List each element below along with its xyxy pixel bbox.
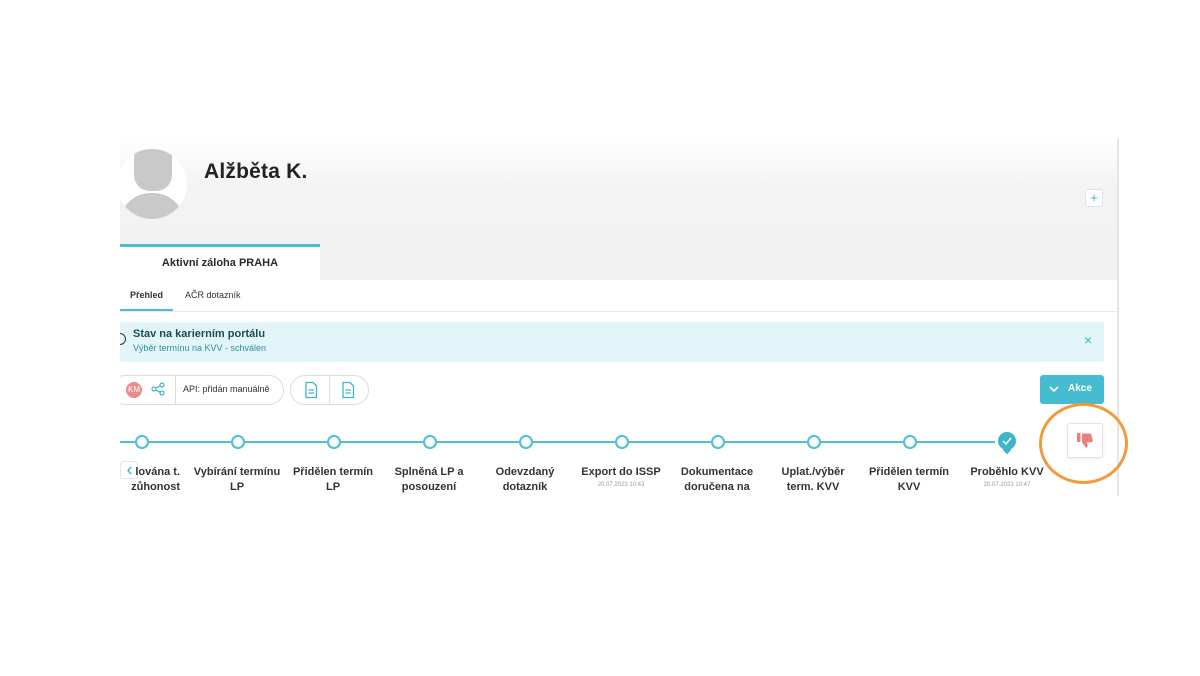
avatar	[120, 149, 187, 219]
timeline-node[interactable]	[903, 435, 917, 449]
notice-title: Stav na karierním portálu	[133, 328, 266, 340]
step-title: Splněná LP a	[394, 466, 464, 478]
timeline-node[interactable]	[519, 435, 533, 449]
notice-status-icon	[120, 333, 126, 345]
notice-subtitle: Výběr termínu na KVV - schválen	[133, 343, 267, 353]
step-title: Přidělen termín	[868, 466, 950, 478]
close-icon[interactable]: ×	[1084, 332, 1092, 348]
actions-label: Akce	[1068, 383, 1092, 394]
check-icon	[1002, 437, 1012, 445]
status-notice: Stav na karierním portálu Výběr termínu …	[120, 322, 1104, 362]
timeline-step: Uplat./výběr term. KVV	[768, 465, 858, 495]
step-title-line2: doručena na	[684, 481, 750, 493]
source-chip: KM API: přidán manuálně	[120, 375, 284, 405]
user-initials-badge[interactable]: KM	[126, 382, 142, 398]
document-icon[interactable]	[302, 381, 320, 399]
timeline-step: lována t. zůhonost	[120, 465, 180, 495]
actions-button[interactable]: Akce	[1040, 375, 1104, 404]
share-icon[interactable]	[151, 382, 165, 396]
add-button[interactable]: +	[1085, 189, 1103, 207]
highlight-annotation	[1039, 403, 1128, 484]
person-name: Alžběta K.	[204, 160, 308, 183]
timeline-step: Přidělen termín LP	[288, 465, 378, 495]
subtab-bar: Přehled AČR dotazník	[120, 280, 1117, 312]
timeline-track	[120, 441, 995, 443]
timeline-node[interactable]	[327, 435, 341, 449]
subtab-prehled[interactable]: Přehled	[120, 280, 174, 311]
tab-aktivni-zaloha[interactable]: Aktivní záloha PRAHA	[120, 244, 320, 280]
timeline-step: Splněná LP a posouzení	[384, 465, 474, 495]
step-title-line2: dotazník	[502, 481, 548, 493]
timeline-node[interactable]	[231, 435, 245, 449]
timeline-step: Proběhlo KVV 20.07.2023 10:47	[962, 465, 1052, 490]
step-title: Odevzdaný	[495, 466, 555, 478]
step-timestamp: 20.07.2023 10:43	[597, 482, 645, 488]
step-title: Vybírání termínu	[193, 466, 281, 478]
avatar-head	[134, 149, 172, 191]
api-source-label: API: přidán manuálně	[183, 384, 270, 394]
step-title-line2: zůhonost	[131, 481, 180, 493]
timeline-step: Odevzdaný dotazník	[480, 465, 570, 495]
timeline-node-completed[interactable]	[998, 432, 1016, 450]
step-title: Export do ISSP	[581, 466, 661, 478]
timeline-node[interactable]	[423, 435, 437, 449]
timeline-step: Export do ISSP 20.07.2023 10:43	[576, 465, 666, 490]
step-title-line2: term. KVV	[786, 481, 840, 493]
chip-divider	[175, 376, 176, 404]
step-title: Uplat./výběr	[781, 466, 845, 478]
candidate-panel: Alžběta K. + Aktivní záloha PRAHA Přehle…	[120, 138, 1119, 496]
step-title: Dokumentace	[680, 466, 754, 478]
document-icon[interactable]	[339, 381, 357, 399]
step-title-line2: KVV	[897, 481, 921, 493]
timeline-step: Dokumentace doručena na	[672, 465, 762, 495]
step-title: Proběhlo KVV	[970, 466, 1044, 478]
timeline-node[interactable]	[711, 435, 725, 449]
timeline-node[interactable]	[807, 435, 821, 449]
chevron-down-icon	[1049, 386, 1059, 393]
document-buttons	[290, 375, 369, 405]
doc-divider	[329, 376, 330, 404]
timeline-node[interactable]	[135, 435, 149, 449]
step-title-line2: LP	[229, 481, 245, 493]
subtab-acr-dotaznik[interactable]: AČR dotazník	[175, 280, 251, 311]
step-title: lována t.	[135, 466, 180, 478]
step-timestamp: 20.07.2023 10:47	[983, 482, 1031, 488]
step-title: Přidělen termín	[292, 466, 374, 478]
step-title-line2: posouzení	[401, 481, 457, 493]
timeline-node[interactable]	[615, 435, 629, 449]
avatar-shoulders	[120, 193, 185, 219]
profile-header: Alžběta K. + Aktivní záloha PRAHA	[120, 138, 1117, 280]
step-title-line2: LP	[325, 481, 341, 493]
timeline-step: Přidělen termín KVV	[864, 465, 954, 495]
timeline-step: Vybírání termínu LP	[192, 465, 282, 495]
